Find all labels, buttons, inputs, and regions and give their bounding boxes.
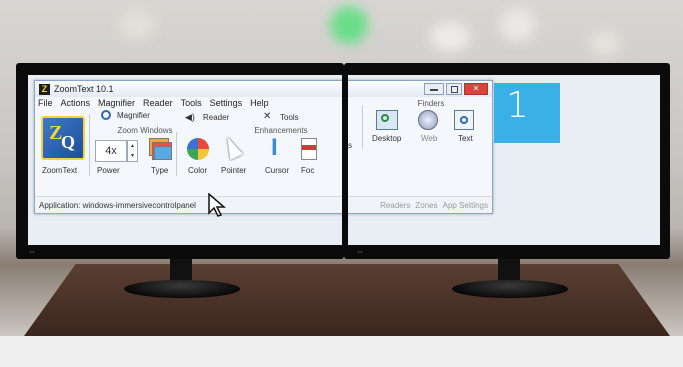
status-bar-right: Readers Zones App Settings [348,196,492,213]
menu-settings[interactable]: Settings [210,98,243,108]
left-screen: Z ZoomText 10.1 File Actions Magnifier R… [28,75,342,245]
monitor-brand: ▪▪▪ [358,249,363,254]
zoomtext-window: Z ZoomText 10.1 File Actions Magnifier R… [34,80,342,214]
zoomtext-logo-icon[interactable]: Z Q [41,116,85,160]
bokeh-light [590,30,620,58]
power-value: 4x [105,145,117,157]
pointer-icon[interactable] [221,134,243,160]
zoom-windows-group-label: Zoom Windows [117,126,173,135]
bokeh-light [500,8,536,42]
right-screen: ✕ Finders s Desktop Web Text Readers Zon… [348,75,660,245]
status-link-zones[interactable]: Zones [415,201,437,210]
menu-help[interactable]: Help [250,98,269,108]
window-titlebar: Z ZoomText 10.1 [35,81,342,97]
zoom-type-icon[interactable] [149,138,172,160]
window-titlebar-right: ✕ [348,81,492,97]
bokeh-light [430,22,470,52]
tab-magnifier[interactable]: Magnifier [117,111,150,120]
cursor-label: Cursor [265,166,290,175]
maximize-button[interactable] [446,83,462,95]
web-label: Web [421,134,438,143]
bokeh-light [330,6,368,44]
desktop-finder-icon[interactable] [376,110,398,130]
text-cursor-icon[interactable]: I [271,136,278,160]
power-field[interactable]: 4x [95,140,127,162]
right-monitor: ✕ Finders s Desktop Web Text Readers Zon… [344,63,670,259]
pointer-label: Pointer [221,166,247,175]
text-label: Text [458,134,473,143]
partial-label-s: s [348,141,352,150]
enhancements-group-label: Enhancements [254,126,308,135]
magnifier-icon [101,110,111,120]
tile-number: 1 [506,85,529,126]
text-finder-icon[interactable] [454,110,474,130]
focus-icon[interactable] [301,138,317,160]
menu-reader[interactable]: Reader [143,98,173,108]
finders-group-label: Finders [417,99,445,108]
left-monitor: Z ZoomText 10.1 File Actions Magnifier R… [16,63,344,259]
menu-tools[interactable]: Tools [181,98,202,108]
color-label: Color [188,166,208,175]
zoomtext-logo-label: ZoomText [42,166,78,175]
application-status-text: Application: windows-immersivecontrolpan… [39,200,196,210]
left-monitor-base [124,280,240,298]
minimize-button[interactable] [424,83,444,95]
monitor-brand: ▪▪▪ [30,249,35,254]
ribbon: Z Q ZoomText Magnifier ◀) Reader ✕ Tools… [35,110,342,202]
desktop-label: Desktop [372,134,402,143]
separator [176,132,177,176]
mouse-pointer-icon [208,193,226,217]
start-tile[interactable]: 1 [494,83,560,143]
separator [89,114,90,176]
menu-magnifier[interactable]: Magnifier [98,98,135,108]
menu-actions[interactable]: Actions [61,98,91,108]
separator [362,105,363,149]
right-monitor-base [452,280,568,298]
menu-bar: File Actions Magnifier Reader Tools Sett… [35,97,342,110]
status-link-app-settings[interactable]: App Settings [443,201,488,210]
status-bar: Application: windows-immersivecontrolpan… [35,196,342,213]
web-finder-icon[interactable] [418,110,438,130]
power-stepper[interactable]: ▲ ▼ [127,140,138,162]
desk [24,264,670,336]
tab-tools[interactable]: Tools [280,113,299,122]
ribbon-right: Finders s Desktop Web Text [348,99,492,203]
close-button[interactable]: ✕ [464,83,488,95]
focus-label: Foc [301,166,315,175]
tools-icon: ✕ [263,111,272,122]
tab-reader[interactable]: Reader [203,113,229,122]
zoomtext-window-continued: ✕ Finders s Desktop Web Text Readers Zon… [348,80,493,214]
menu-file[interactable]: File [38,98,53,108]
power-label: Power [97,166,120,175]
type-label: Type [151,166,169,175]
zoomtext-app-icon: Z [39,83,50,95]
status-link-readers[interactable]: Readers [380,201,410,210]
floor [0,336,683,367]
speaker-icon: ◀) [185,112,195,122]
bokeh-light [120,10,154,40]
window-title: ZoomText 10.1 [54,84,114,94]
color-wheel-icon[interactable] [187,138,209,160]
